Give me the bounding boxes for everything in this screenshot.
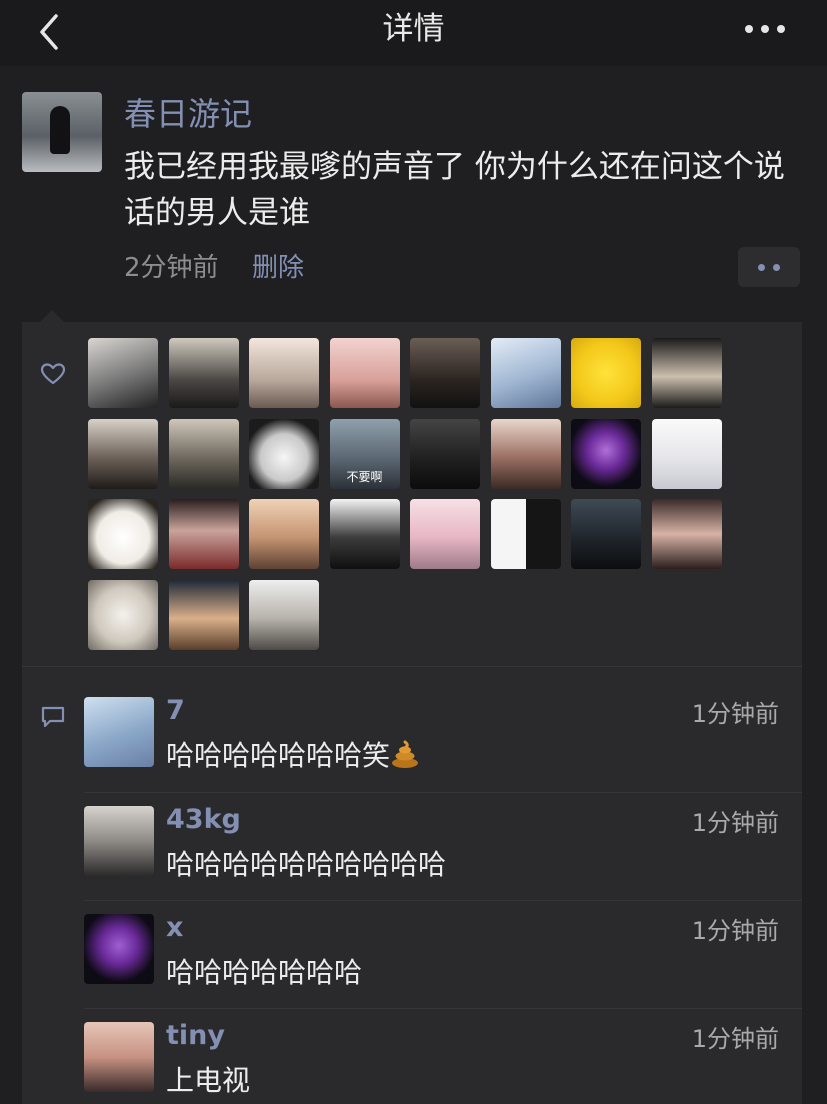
heart-icon [40, 363, 66, 385]
liker-avatar[interactable] [410, 418, 480, 489]
liker-avatar[interactable] [571, 418, 641, 489]
page-title: 详情 [382, 11, 445, 47]
liker-avatar[interactable] [249, 338, 319, 408]
commenter-name[interactable]: x [166, 911, 183, 945]
dot-icon [758, 264, 765, 271]
dot-icon [773, 264, 780, 271]
commenter-avatar[interactable] [84, 914, 154, 984]
like-comment-button[interactable] [738, 247, 800, 287]
divider [22, 666, 802, 667]
comment-timestamp: 1分钟前 [691, 700, 779, 728]
liker-avatar[interactable] [168, 338, 239, 408]
liker-avatar[interactable] [88, 338, 158, 408]
liker-avatar[interactable] [490, 418, 561, 489]
liker-avatar[interactable]: 不要啊 [329, 418, 400, 489]
liker-avatar[interactable] [651, 338, 722, 408]
divider [84, 900, 802, 901]
delete-button[interactable]: 删除 [252, 250, 304, 286]
comment-timestamp: 1分钟前 [691, 1025, 779, 1053]
comment-text: 上电视 [166, 1064, 251, 1097]
panel-pointer [40, 310, 64, 322]
commenter-avatar[interactable] [84, 697, 154, 767]
navigation-bar: 详情 [0, 0, 827, 66]
commenter-name[interactable]: tiny [166, 1019, 225, 1053]
comment-text: 哈哈哈哈哈哈哈哈哈哈 [166, 848, 447, 881]
liker-avatar[interactable] [88, 499, 158, 569]
liker-avatar[interactable] [329, 499, 400, 569]
liker-avatar[interactable] [490, 338, 561, 408]
liker-avatar[interactable] [651, 418, 722, 489]
commenter-avatar[interactable] [84, 806, 154, 876]
post-text: 我已经用我最嗲的声音了 你为什么还在问这个说话的男人是谁 [124, 149, 785, 231]
avatar-caption: 不要啊 [346, 469, 383, 484]
liker-avatar[interactable] [651, 499, 722, 569]
author-name[interactable]: 春日游记 [124, 94, 252, 134]
poop-emoji-icon [392, 740, 419, 768]
commenter-name[interactable]: 43kg [166, 803, 241, 837]
liker-avatar[interactable] [168, 418, 239, 489]
liker-avatar[interactable] [249, 499, 319, 569]
post-timestamp: 2分钟前 [124, 253, 219, 283]
liker-avatar[interactable] [168, 499, 239, 569]
liker-avatar[interactable] [410, 338, 480, 408]
liker-avatar[interactable] [571, 338, 641, 408]
author-avatar[interactable] [22, 92, 102, 172]
liker-avatar[interactable] [410, 499, 480, 569]
liker-avatar[interactable] [249, 579, 319, 650]
more-horizontal-icon[interactable] [743, 18, 787, 40]
liker-avatar[interactable] [88, 418, 158, 489]
liker-avatar[interactable] [571, 499, 641, 569]
comment-icon [41, 706, 65, 728]
commenter-avatar[interactable] [84, 1022, 154, 1092]
liker-avatar[interactable] [168, 579, 239, 650]
comment-timestamp: 1分钟前 [691, 809, 779, 837]
divider [84, 792, 802, 793]
comment-text-row: 哈哈哈哈哈哈哈笑 [166, 737, 420, 775]
liker-avatar[interactable] [249, 418, 319, 489]
commenter-name[interactable]: 7 [166, 694, 185, 728]
liker-avatar[interactable] [490, 499, 561, 569]
divider [84, 1008, 802, 1009]
comment-timestamp: 1分钟前 [691, 917, 779, 945]
comment-text: 哈哈哈哈哈哈哈笑 [166, 739, 391, 772]
liker-avatar[interactable] [88, 579, 158, 650]
comment-text: 哈哈哈哈哈哈哈 [166, 956, 363, 989]
liker-avatar[interactable] [329, 338, 400, 408]
